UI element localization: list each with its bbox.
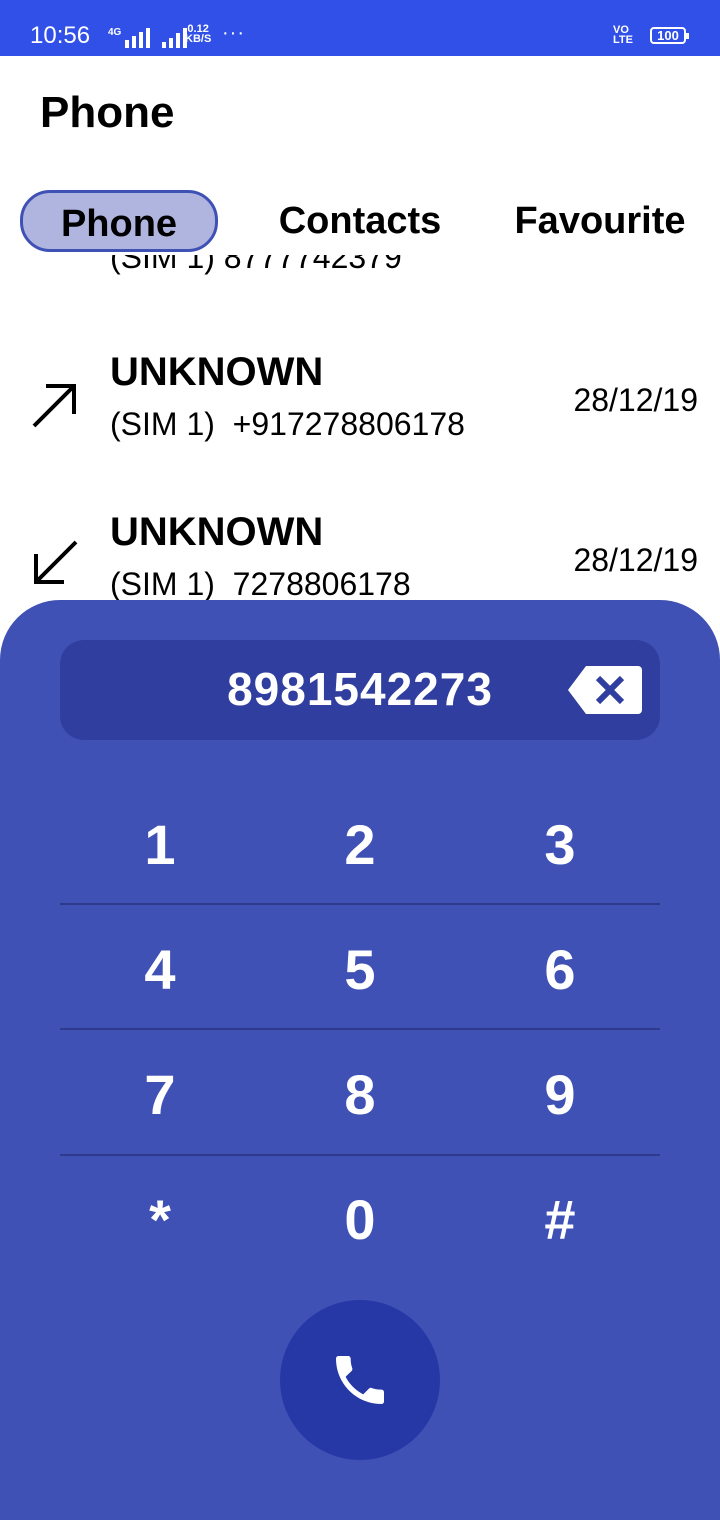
- key-2[interactable]: 2: [260, 795, 460, 895]
- caller-detail: (SIM 1) 7278806178: [110, 566, 411, 600]
- keypad-divider: [60, 1154, 660, 1156]
- call-date: 28/12/19: [573, 382, 698, 418]
- backspace-icon[interactable]: [568, 664, 642, 716]
- overflow-dots: ···: [222, 22, 245, 44]
- arrow-up-right-icon: [32, 384, 76, 428]
- battery-icon: 100: [650, 27, 689, 44]
- key-0[interactable]: 0: [260, 1170, 460, 1270]
- call-button[interactable]: [280, 1300, 440, 1460]
- key-star[interactable]: *: [60, 1170, 260, 1270]
- tab-contacts[interactable]: Contacts: [260, 190, 460, 252]
- key-1[interactable]: 1: [60, 795, 260, 895]
- key-5[interactable]: 5: [260, 920, 460, 1020]
- key-4[interactable]: 4: [60, 920, 260, 1020]
- network-type: 4G: [108, 27, 122, 38]
- tab-phone[interactable]: Phone: [20, 190, 218, 252]
- data-speed: 0.12 KB/S: [185, 23, 212, 45]
- key-3[interactable]: 3: [460, 795, 660, 895]
- number-display: 8981542273: [60, 640, 660, 740]
- call-log-row[interactable]: UNKNOWN (SIM 1) 7278806178 28/12/19: [0, 510, 720, 600]
- arrow-down-left-icon: [34, 540, 78, 584]
- call-log-row[interactable]: UNKNOWN (SIM 1) +917278806178 28/12/19: [0, 350, 720, 460]
- key-9[interactable]: 9: [460, 1045, 660, 1145]
- call-log-list[interactable]: (SIM 1) 8777742379 UNKNOWN (SIM 1) +9172…: [0, 255, 720, 600]
- status-bar: 10:56 4G 0.12 KB/S ··· VO LTE 100: [0, 0, 720, 56]
- caller-detail: (SIM 1) +917278806178: [110, 406, 465, 442]
- key-hash[interactable]: #: [460, 1170, 660, 1270]
- tab-favourite[interactable]: Favourite: [500, 190, 700, 252]
- caller-name: UNKNOWN: [110, 350, 324, 394]
- keypad-divider: [60, 903, 660, 905]
- phone-icon: [336, 1356, 384, 1404]
- signal-icon-sim2: [162, 28, 188, 48]
- signal-icons: 4G: [108, 22, 188, 48]
- key-8[interactable]: 8: [260, 1045, 460, 1145]
- call-date: 28/12/19: [573, 542, 698, 578]
- call-log-partial-row: (SIM 1) 8777742379: [110, 255, 402, 275]
- status-time: 10:56: [30, 22, 91, 49]
- page-title: Phone: [40, 88, 175, 137]
- dialer-panel: 8981542273 1 2 3 4 5 6 7 8 9 * 0 #: [0, 600, 720, 1520]
- volte-icon: VO LTE: [613, 24, 633, 46]
- signal-icon-sim1: [125, 28, 151, 48]
- caller-name: UNKNOWN: [110, 510, 324, 554]
- key-6[interactable]: 6: [460, 920, 660, 1020]
- keypad-divider: [60, 1028, 660, 1030]
- key-7[interactable]: 7: [60, 1045, 260, 1145]
